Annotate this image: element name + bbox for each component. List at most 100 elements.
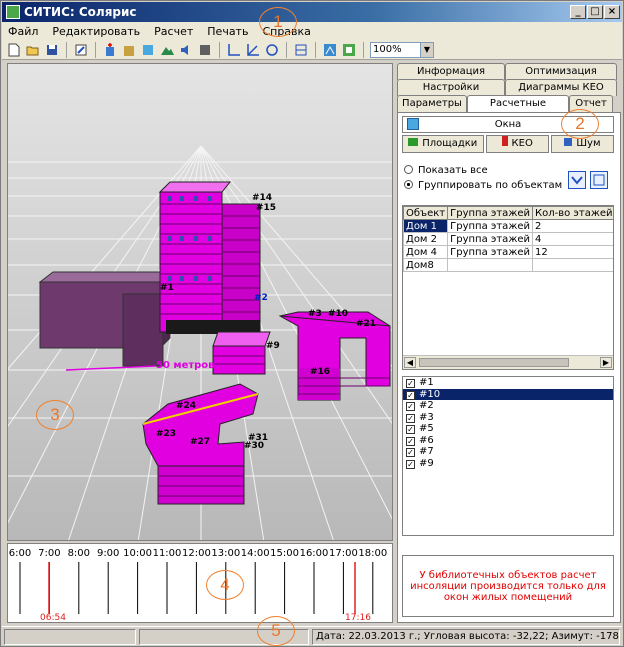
terrain-icon[interactable] [159,42,175,58]
timeline-tick-label: 13:00 [211,548,240,559]
checklist-item[interactable]: ✓ #10 [403,388,613,400]
stop-icon[interactable] [197,42,213,58]
status-text: Дата: 22.03.2013 г.; Угловая высота: -32… [312,628,620,645]
view-plan-icon[interactable] [341,42,357,58]
checklist-item[interactable]: ✓ #5 [403,423,613,435]
callout-marker: 5 [257,616,295,646]
checklist-item[interactable]: ✓ #3 [403,412,613,424]
axis-icon[interactable] [226,42,242,58]
checkbox-checked-icon[interactable]: ✓ [406,379,415,388]
keo-button[interactable]: КЕО [485,135,549,153]
noise-button-label: Шум [576,138,601,149]
radio-group-by-objects[interactable]: Группировать по объектам [404,180,562,191]
keo-icon [501,136,508,146]
new-file-icon[interactable] [6,42,22,58]
menu-calc[interactable]: Расчет [154,25,193,38]
tab-row-1: Информация Оптимизация [397,63,617,80]
table-row[interactable]: Дом 4 Группа этажей 12 [403,245,613,259]
column-header[interactable]: Группа этажей [447,206,533,220]
checkbox-checked-icon[interactable]: ✓ [406,413,415,423]
checklist-item-label: #2 [419,400,434,411]
radio-show-all-label: Показать все [418,165,488,176]
table-cell[interactable]: 12 [531,245,613,259]
maximize-button[interactable]: □ [587,5,603,19]
checkbox-checked-icon[interactable]: ✓ [406,390,415,400]
add-building-icon[interactable] [102,42,118,58]
checklist-item[interactable]: ✓ #6 [403,435,613,447]
tab-info[interactable]: Информация [397,63,505,80]
tab-parameters[interactable]: Параметры [397,95,467,112]
check-all-button[interactable] [568,171,586,189]
menu-file[interactable]: Файл [8,25,38,38]
column-header[interactable]: Кол-во этажей в гру [531,206,613,220]
scroll-thumb[interactable] [419,358,569,367]
window-icon [407,118,419,130]
checkbox-checked-icon[interactable]: ✓ [406,448,415,457]
table-cell[interactable]: 4 [531,232,613,246]
building-label: #15 [256,203,276,213]
building-label: #30 [244,441,264,451]
scroll-left-icon[interactable]: ◀ [404,357,416,368]
checklist-item[interactable]: ✓ #7 [403,446,613,458]
radio-group-label: Группировать по объектам [418,180,563,191]
table-cell[interactable]: Дом 2 [403,232,449,246]
table-cell[interactable]: Дом 4 [403,245,449,259]
table-cell[interactable] [531,258,613,272]
table-cell[interactable]: Группа этажей [447,232,533,246]
close-button[interactable]: × [604,5,620,19]
view-3d-icon[interactable] [322,42,338,58]
chevron-down-icon: ▼ [420,42,433,57]
timeline-tick-label: 15:00 [270,548,299,559]
radio-show-all[interactable]: Показать все [404,165,488,176]
checkbox-checked-icon[interactable]: ✓ [406,436,415,446]
middle-building[interactable] [212,331,271,375]
window-title: СИТИС: Солярис [24,5,137,19]
menu-print[interactable]: Печать [207,25,248,38]
window-object-icon[interactable] [140,42,156,58]
sites-button[interactable]: Площадки [402,135,484,153]
save-icon[interactable] [44,42,60,58]
checklist-item[interactable]: ✓ #9 [403,458,613,470]
scene-viewport[interactable]: 50 метров #14 #15 #1 #2 #3 #10 #9 #21 #1… [7,63,393,541]
building-label: #23 [156,429,176,439]
table-cell[interactable]: Группа этажей [447,245,533,259]
tab-calc-objects[interactable]: Расчетные объекты [467,95,569,124]
noise-icon[interactable] [178,42,194,58]
edit-icon[interactable] [73,42,89,58]
radio-on-icon [404,180,413,189]
zoom-select[interactable]: 100% ▼ [370,41,434,58]
column-header[interactable]: Объект [403,206,449,220]
tab-keo-diagrams[interactable]: Диаграммы КЕО [505,79,617,96]
table-cell[interactable]: Группа этажей [447,219,533,233]
scroll-right-icon[interactable]: ▶ [600,357,612,368]
checkbox-checked-icon[interactable]: ✓ [406,425,415,434]
checkbox-checked-icon[interactable]: ✓ [406,402,415,411]
table-cell[interactable]: Дом 1 [403,219,449,233]
layers-icon[interactable] [293,42,309,58]
table-cell[interactable] [447,258,533,272]
checklist-item[interactable]: ✓ #1 [403,377,613,389]
minimize-button[interactable]: _ [570,5,586,19]
timeline-tick-label: 6:00 [9,548,31,559]
building-icon[interactable] [121,42,137,58]
checklist-item[interactable]: ✓ #2 [403,400,613,412]
table-row[interactable]: Дом8 [403,258,613,272]
tower-building[interactable] [158,181,261,335]
table-row[interactable]: Дом 1 Группа этажей 2 [403,219,613,233]
uncheck-all-button[interactable] [590,171,608,189]
sunset-time: 17:16 [345,613,371,623]
tab-settings[interactable]: Настройки [397,79,505,96]
horizontal-scrollbar[interactable]: ◀ ▶ [403,355,613,369]
tab-optimization[interactable]: Оптимизация [505,63,617,80]
table-cell[interactable]: Дом8 [403,258,449,272]
table-row[interactable]: Дом 2 Группа этажей 4 [403,232,613,246]
status-bar: Дата: 22.03.2013 г.; Угловая высота: -32… [2,626,622,646]
table-cell[interactable]: 2 [531,219,613,233]
rotate-icon[interactable] [264,42,280,58]
checkbox-checked-icon[interactable]: ✓ [406,459,415,469]
app-icon [6,5,20,19]
angle-icon[interactable] [245,42,261,58]
open-folder-icon[interactable] [25,42,41,58]
menu-edit[interactable]: Редактировать [52,25,140,38]
sun-timeline[interactable]: 6:00 7:00 8:00 9:00 10:00 11:00 12:00 13:00 14:0… [7,543,393,623]
